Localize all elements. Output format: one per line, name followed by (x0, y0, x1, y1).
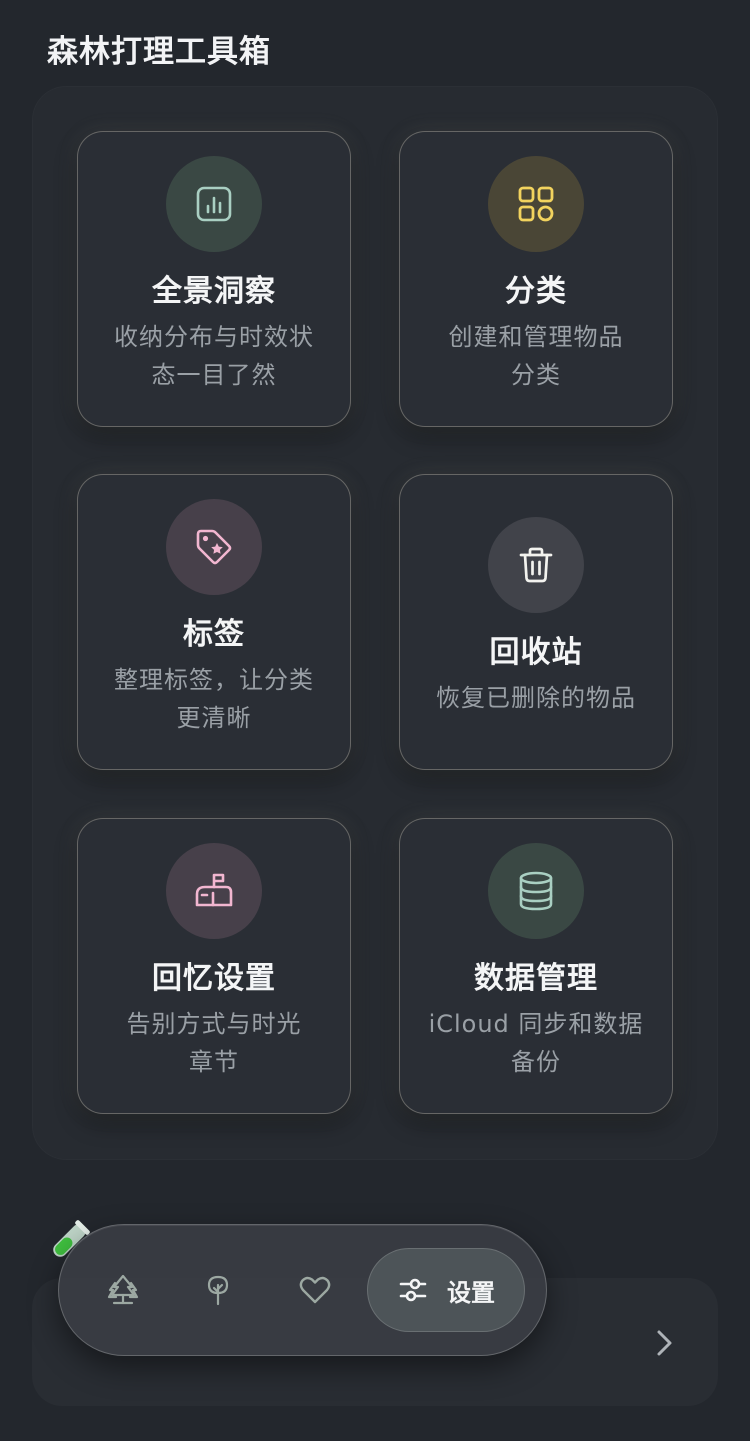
tab-settings-label: 设置 (447, 1278, 495, 1307)
chevron-right-icon[interactable] (650, 1326, 678, 1360)
icon-circle (488, 156, 584, 252)
card-description: 恢复已删除的物品 (418, 679, 654, 717)
card-tags[interactable]: 标签 整理标签，让分类 更清晰 (77, 474, 351, 770)
sliders-icon (399, 1278, 427, 1302)
card-title: 标签 (183, 617, 245, 652)
card-panorama-insight[interactable]: 全景洞察 收纳分布与时效状 态一目了然 (77, 131, 351, 427)
card-title: 数据管理 (474, 961, 598, 996)
tab-heart[interactable] (295, 1270, 335, 1310)
icon-circle (166, 843, 262, 939)
bar-chart-icon (196, 186, 232, 222)
card-title: 回忆设置 (152, 961, 276, 996)
icon-circle (488, 517, 584, 613)
card-categories[interactable]: 分类 创建和管理物品 分类 (399, 131, 673, 427)
card-desc-line: 分类 (511, 361, 561, 389)
database-icon (519, 871, 553, 911)
forest-icon (107, 1274, 139, 1305)
card-desc-line: 创建和管理物品 (448, 323, 624, 351)
card-data-management[interactable]: 数据管理 iCloud 同步和数据 备份 (399, 818, 673, 1114)
icon-circle (488, 843, 584, 939)
heart-icon (299, 1276, 331, 1304)
card-recycle-bin[interactable]: 回收站 恢复已删除的物品 (399, 474, 673, 770)
trash-icon (519, 547, 553, 583)
card-desc-line: 态一目了然 (151, 361, 277, 389)
card-memory-settings[interactable]: 回忆设置 告别方式与时光 章节 (77, 818, 351, 1114)
card-desc-line: 章节 (189, 1048, 239, 1076)
grid-icon (518, 186, 554, 222)
card-description: iCloud 同步和数据 备份 (418, 1005, 654, 1081)
card-description: 整理标签，让分类 更清晰 (96, 661, 332, 737)
card-desc-line: 收纳分布与时效状 (114, 323, 314, 351)
section-title: 森林打理工具箱 (47, 34, 271, 70)
mailbox-icon (195, 873, 233, 907)
card-desc-line: 更清晰 (176, 704, 252, 732)
icon-circle (166, 156, 262, 252)
tag-icon (196, 529, 232, 565)
card-desc-line: 恢复已删除的物品 (436, 684, 636, 712)
card-desc-line: iCloud 同步和数据 (428, 1010, 644, 1038)
tree-icon (207, 1275, 229, 1306)
tab-forest[interactable] (103, 1270, 143, 1310)
card-description: 创建和管理物品 分类 (418, 318, 654, 394)
card-title: 全景洞察 (152, 274, 276, 309)
card-desc-line: 整理标签，让分类 (114, 666, 314, 694)
card-title: 分类 (505, 274, 567, 309)
icon-circle (166, 499, 262, 595)
card-description: 收纳分布与时效状 态一目了然 (96, 318, 332, 394)
card-description: 告别方式与时光 章节 (96, 1005, 332, 1081)
tab-tree[interactable] (198, 1270, 238, 1310)
tab-settings[interactable]: 设置 (367, 1248, 525, 1332)
card-title: 回收站 (489, 635, 583, 670)
card-desc-line: 备份 (511, 1048, 561, 1076)
card-desc-line: 告别方式与时光 (126, 1010, 302, 1038)
